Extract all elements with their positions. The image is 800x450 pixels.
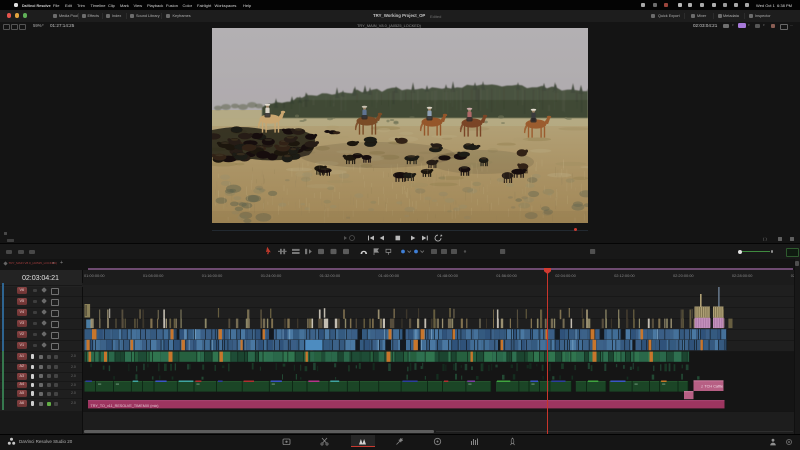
svg-text:TRY_TO_v11_RESOLVE_TIMEMIX (mi: TRY_TO_v11_RESOLVE_TIMEMIX (mix) [90,404,158,408]
svg-text:♫ TCH Cattle: ♫ TCH Cattle [700,385,723,389]
